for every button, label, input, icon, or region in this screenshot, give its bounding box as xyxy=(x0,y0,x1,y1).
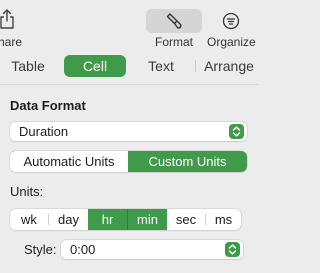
tab-separator xyxy=(195,60,196,72)
automatic-units-option[interactable]: Automatic Units xyxy=(10,151,128,172)
organize-icon xyxy=(219,9,243,33)
data-format-value: Duration xyxy=(19,124,69,139)
style-label: Style: xyxy=(24,242,57,257)
organize-label: Organize xyxy=(207,35,256,49)
paintbrush-icon xyxy=(146,9,202,33)
share-button[interactable]: Share xyxy=(0,0,30,52)
inspector-tabs: Table Cell Text Arrange xyxy=(0,55,258,77)
share-icon xyxy=(0,9,14,29)
tab-table[interactable]: Table xyxy=(0,55,56,77)
divider xyxy=(0,84,258,85)
unit-min[interactable]: min xyxy=(127,209,167,230)
tab-arrange[interactable]: Arrange xyxy=(200,55,258,77)
units-segmented: wk day hr min sec ms xyxy=(10,209,241,230)
chevron-updown-icon xyxy=(229,124,244,139)
units-label: Units: xyxy=(10,184,44,199)
unit-ms[interactable]: ms xyxy=(206,209,241,230)
unit-sec[interactable]: sec xyxy=(167,209,205,230)
data-format-title: Data Format xyxy=(10,98,86,113)
data-format-popup[interactable]: Duration xyxy=(10,122,247,141)
unit-wk[interactable]: wk xyxy=(10,209,48,230)
style-popup[interactable]: 0:00 xyxy=(61,240,243,259)
organize-button[interactable]: Organize xyxy=(205,0,258,52)
tab-text[interactable]: Text xyxy=(134,55,188,77)
tab-cell[interactable]: Cell xyxy=(64,55,126,77)
unit-mode-segmented: Automatic Units Custom Units xyxy=(10,151,247,172)
toolbar: Share Format Organize xyxy=(0,0,258,52)
format-label: Format xyxy=(155,35,194,49)
unit-day[interactable]: day xyxy=(49,209,88,230)
format-button[interactable]: Format xyxy=(146,0,202,52)
unit-hr[interactable]: hr xyxy=(88,209,127,230)
share-label: Share xyxy=(0,35,23,49)
style-value: 0:00 xyxy=(70,242,96,257)
custom-units-option[interactable]: Custom Units xyxy=(128,151,247,172)
chevron-updown-icon xyxy=(225,242,240,257)
